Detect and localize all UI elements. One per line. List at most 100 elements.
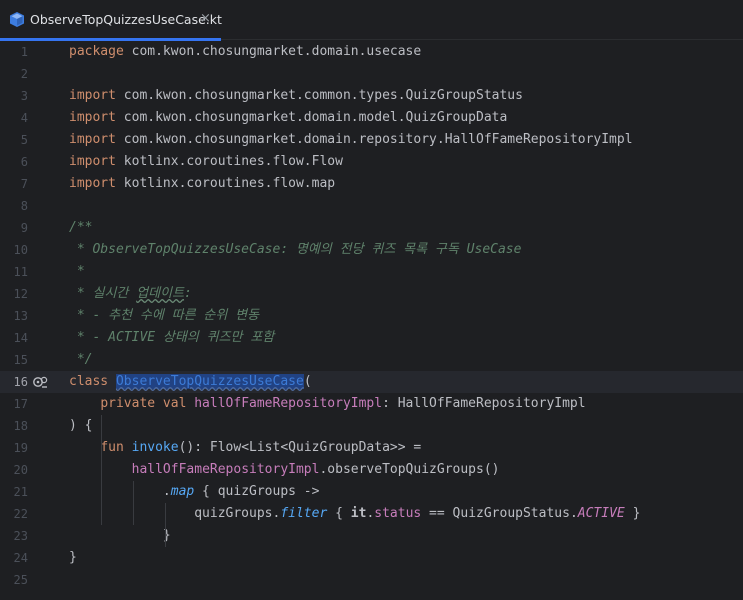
code-line[interactable]: 16 class ObserveTopQuizzesUseCase( (0, 371, 743, 393)
code-text[interactable]: import com.kwon.chosungmarket.domain.mod… (69, 107, 507, 129)
kotlin-file-icon (10, 12, 24, 27)
code-text[interactable]: * ObserveTopQuizzesUseCase: 명예의 전당 퀴즈 목록… (69, 239, 522, 261)
line-number[interactable]: 1 (0, 41, 28, 63)
code-line[interactable]: 11 * (0, 261, 743, 283)
code-token: fun (100, 440, 124, 455)
code-text[interactable]: import kotlinx.coroutines.flow.map (69, 173, 335, 195)
line-number[interactable]: 14 (0, 327, 28, 349)
code-token: import (69, 132, 116, 147)
code-text[interactable]: import kotlinx.coroutines.flow.Flow (69, 151, 343, 173)
code-token: kotlinx.coroutines.flow.Flow (115, 154, 343, 169)
line-number[interactable]: 8 (0, 195, 28, 217)
line-number[interactable]: 4 (0, 107, 28, 129)
code-line[interactable]: 20 hallOfFameRepositoryImpl.observeTopQu… (0, 459, 743, 481)
code-line[interactable]: 15 */ (0, 349, 743, 371)
code-token: * ObserveTopQuizzesUseCase: 명예의 전당 퀴즈 목록… (69, 242, 522, 257)
code-text[interactable]: * - 추천 수에 따른 순위 변동 (69, 305, 259, 327)
line-number[interactable]: 24 (0, 547, 28, 569)
line-number[interactable]: 20 (0, 459, 28, 481)
run-gutter-icon[interactable] (33, 375, 48, 389)
code-token: 업데이트 (136, 286, 185, 301)
line-number[interactable]: 7 (0, 173, 28, 195)
line-number[interactable]: 19 (0, 437, 28, 459)
line-number[interactable]: 10 (0, 239, 28, 261)
line-number[interactable]: 25 (0, 569, 28, 591)
code-token: hallOfFameRepositoryImpl (131, 462, 320, 477)
tab-observe-top-quizzes-usecase[interactable]: ObserveTopQuizzesUseCase.kt × (0, 0, 222, 41)
code-line[interactable]: 1 package com.kwon.chosungmarket.domain.u… (0, 41, 743, 63)
code-line[interactable]: 22 quizGroups.filter { it.status == Quiz… (0, 503, 743, 525)
code-token: ( (303, 374, 312, 389)
code-line[interactable]: 24} (0, 547, 743, 569)
line-number[interactable]: 6 (0, 151, 28, 173)
close-icon[interactable]: × (200, 11, 211, 26)
code-text[interactable]: import com.kwon.chosungmarket.common.typ… (69, 85, 523, 107)
code-line[interactable]: 3 import com.kwon.chosungmarket.common.ty… (0, 85, 743, 107)
code-token: com.kwon.chosungmarket.domain.usecase (123, 44, 422, 59)
code-token: */ (69, 352, 93, 367)
code-token: .observeTopQuizGroups() (319, 462, 500, 477)
code-text[interactable]: * - ACTIVE 상태의 퀴즈만 포함 (69, 327, 274, 349)
code-token: filter (280, 506, 328, 521)
code-line[interactable]: 8 (0, 195, 743, 217)
line-number[interactable]: 18 (0, 415, 28, 437)
code-text[interactable]: fun invoke(): Flow<List<QuizGroupData>> … (69, 437, 421, 459)
code-text[interactable]: import com.kwon.chosungmarket.domain.rep… (69, 129, 633, 151)
code-line[interactable]: 14 * - ACTIVE 상태의 퀴즈만 포함 (0, 327, 743, 349)
code-token: kotlinx.coroutines.flow.map (115, 176, 336, 191)
code-line[interactable]: 5 import com.kwon.chosungmarket.domain.re… (0, 129, 743, 151)
code-text[interactable]: * 실시간 업데이트: (69, 283, 192, 305)
code-line[interactable]: 7 import kotlinx.coroutines.flow.map (0, 173, 743, 195)
line-number[interactable]: 21 (0, 481, 28, 503)
code-token: package (69, 44, 124, 59)
code-token: : (184, 286, 192, 301)
code-line[interactable]: 21 .map { quizGroups -> (0, 481, 743, 503)
code-line[interactable]: 4 import com.kwon.chosungmarket.domain.mo… (0, 107, 743, 129)
code-text[interactable]: .map { quizGroups -> (69, 481, 320, 503)
code-line[interactable]: 12 * 실시간 업데이트: (0, 283, 743, 305)
line-number[interactable]: 12 (0, 283, 28, 305)
code-line[interactable]: 13 * - 추천 수에 따른 순위 변동 (0, 305, 743, 327)
line-number[interactable]: 5 (0, 129, 28, 151)
code-line[interactable]: 9 /** (0, 217, 743, 239)
code-line[interactable]: 6 import kotlinx.coroutines.flow.Flow (0, 151, 743, 173)
code-line[interactable]: 18 ) { (0, 415, 743, 437)
code-token: * 실시간 (69, 286, 137, 301)
line-number[interactable]: 16 (0, 371, 28, 393)
code-token: { (327, 506, 351, 521)
code-text[interactable]: ) { (69, 415, 92, 437)
code-line[interactable]: 23 } (0, 525, 743, 547)
code-token: } (69, 550, 77, 565)
line-number[interactable]: 11 (0, 261, 28, 283)
line-number[interactable]: 3 (0, 85, 28, 107)
code-text[interactable]: quizGroups.filter { it.status == QuizGro… (69, 503, 640, 525)
code-text[interactable]: * (69, 261, 85, 283)
line-number[interactable]: 22 (0, 503, 28, 525)
code-line[interactable]: 19 fun invoke(): Flow<List<QuizGroupData… (0, 437, 743, 459)
code-text[interactable]: } (69, 525, 171, 547)
code-text[interactable]: private val hallOfFameRepositoryImpl: Ha… (69, 393, 585, 415)
code-token: class (69, 374, 109, 389)
code-line[interactable]: 10 * ObserveTopQuizzesUseCase: 명예의 전당 퀴즈… (0, 239, 743, 261)
code-text[interactable]: */ (69, 349, 93, 371)
code-text[interactable]: /** (69, 217, 92, 239)
line-number[interactable]: 15 (0, 349, 28, 371)
code-text[interactable]: package com.kwon.chosungmarket.domain.us… (69, 41, 421, 63)
code-line[interactable]: 2 (0, 63, 743, 85)
line-number[interactable]: 2 (0, 63, 28, 85)
code-text[interactable]: class ObserveTopQuizzesUseCase( (69, 371, 312, 393)
line-number[interactable]: 17 (0, 393, 28, 415)
code-text[interactable]: hallOfFameRepositoryImpl.observeTopQuizG… (69, 459, 500, 481)
indent-guide (133, 481, 134, 525)
line-number[interactable]: 9 (0, 217, 28, 239)
line-number[interactable]: 13 (0, 305, 28, 327)
code-text[interactable]: } (69, 547, 77, 569)
code-editor[interactable]: 1 package com.kwon.chosungmarket.domain.u… (0, 41, 743, 600)
code-line[interactable]: 17 private val hallOfFameRepositoryImpl:… (0, 393, 743, 415)
selected-class-name: ObserveTopQuizzesUseCase (115, 374, 304, 389)
code-token: * - 추천 수에 따른 순위 변동 (69, 308, 260, 323)
code-line[interactable]: 25 (0, 569, 743, 591)
line-number[interactable]: 23 (0, 525, 28, 547)
